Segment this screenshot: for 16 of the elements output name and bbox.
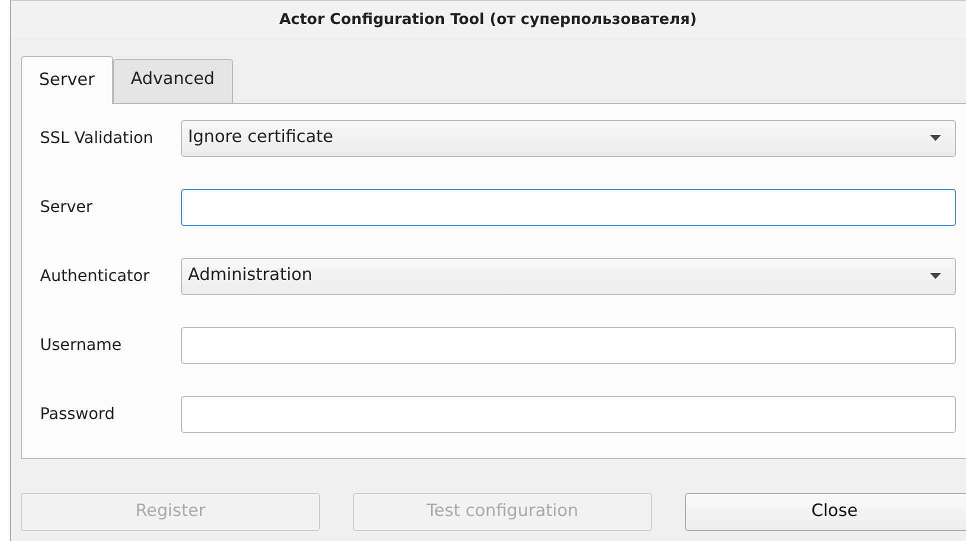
field-label: Server	[40, 196, 94, 218]
caret-icon	[930, 135, 941, 141]
field-label: SSL Validation	[40, 127, 154, 149]
dropdown[interactable]: Ignore certificate	[181, 120, 956, 156]
caret-icon	[930, 273, 941, 279]
input-field[interactable]	[181, 188, 956, 226]
field-label: Username	[40, 334, 123, 356]
button[interactable]: Close	[685, 492, 966, 530]
window-title: Actor Configuration Tool (от суперпользователя)	[279, 9, 697, 30]
field-label: Password	[40, 403, 116, 425]
tab[interactable]: Server	[21, 56, 113, 104]
dropdown[interactable]: Administration	[181, 258, 956, 294]
input-field[interactable]	[181, 326, 956, 364]
field-label: Authenticator	[40, 265, 150, 287]
tab[interactable]: Advanced	[112, 59, 233, 102]
input-field[interactable]	[181, 396, 956, 432]
